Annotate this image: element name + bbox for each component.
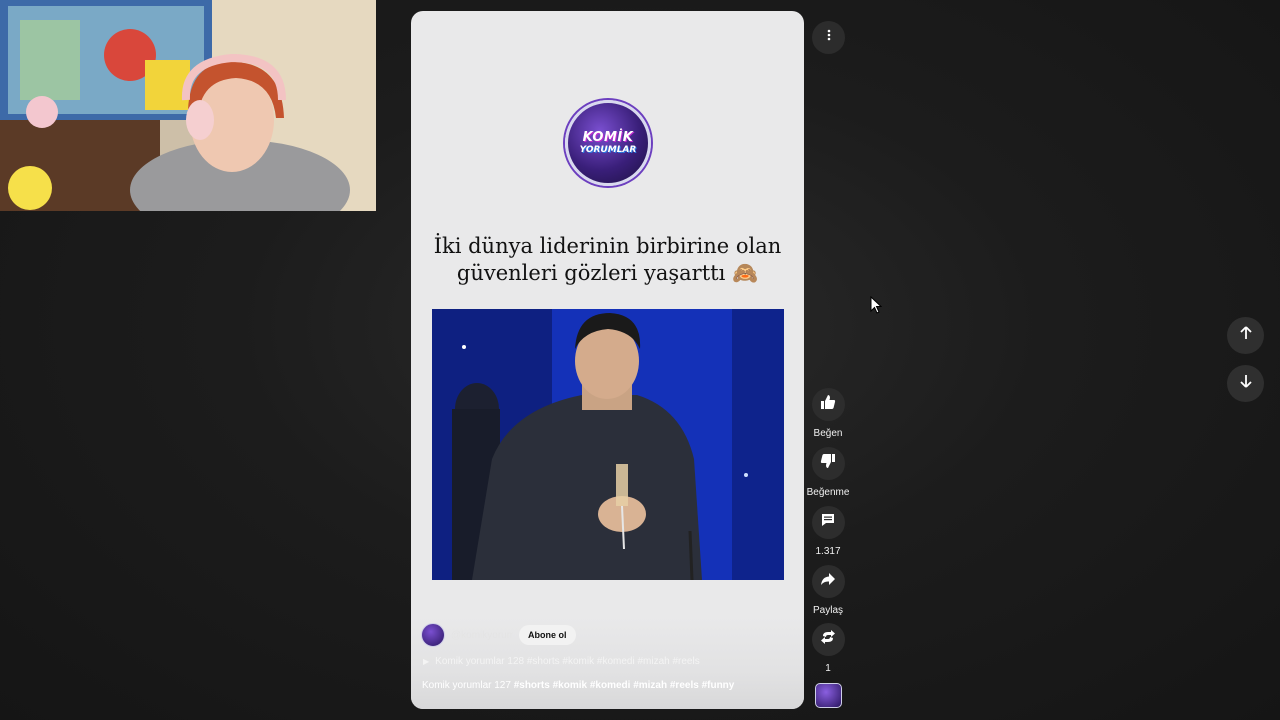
dislike-action[interactable]: Beğenme [803,447,853,498]
playlist-text: Komik yorumlar 128 #shorts #komik #komed… [435,656,700,667]
video-description[interactable]: Komik yorumlar 127 #shorts #komik #komed… [422,680,734,691]
description-tags[interactable]: #shorts #komik #komedi #mizah #reels #fu… [514,680,735,691]
like-button[interactable] [811,388,845,421]
share-action[interactable]: Paylaş [803,565,853,616]
dislike-label: Beğenme [806,487,850,498]
like-label: Beğen [813,428,843,439]
remix-count: 1 [825,663,831,674]
subscribe-button[interactable]: Abone ol [519,625,576,645]
dislike-button[interactable] [811,447,845,480]
comments-button[interactable] [811,506,845,539]
previous-short-button[interactable] [1227,317,1264,354]
next-short-button[interactable] [1227,365,1264,402]
share-label: Paylaş [812,605,843,616]
video-frame[interactable] [432,309,784,580]
more-vert-icon [822,28,836,47]
webcam-overlay [0,0,376,211]
playlist-link[interactable]: ▶ Komik yorumlar 128 #shorts #komik #kom… [423,656,700,667]
sound-avatar[interactable] [815,683,842,708]
comment-icon [820,512,836,533]
like-action[interactable]: Beğen [803,388,853,439]
channel-avatar[interactable] [421,623,445,647]
headline-line-1: İki dünya liderinin birbirine olan [433,234,782,258]
logo-text-top: KOMİK [582,129,634,145]
arrow-up-icon [1238,325,1254,346]
remix-button[interactable] [811,623,845,656]
remix-action[interactable]: 1 [803,623,853,674]
play-icon: ▶ [423,657,430,666]
video-headline: İki dünya liderinin birbirine olan güven… [431,233,784,287]
arrow-down-icon [1238,373,1254,394]
share-icon [820,571,836,592]
mouse-cursor [870,295,883,319]
channel-logo-image: KOMİK YORUMLAR [565,100,651,186]
remix-icon [820,629,836,650]
description-plain: Komik yorumlar 127 [422,680,511,691]
comments-action[interactable]: 1.317 [803,506,853,557]
headline-line-2: güvenleri gözleri yaşarttı 🙈 [456,261,759,285]
thumb-down-icon [820,453,836,474]
thumb-up-icon [820,394,836,415]
share-button[interactable] [811,565,845,598]
comments-count: 1.317 [815,546,841,557]
shorts-player[interactable]: KOMİK YORUMLAR İki dünya liderinin birbi… [411,11,804,709]
channel-row: @komikyorumlar Abone ol [421,623,576,647]
more-options-button[interactable] [812,21,845,54]
channel-handle[interactable]: @komikyorumlar [451,630,513,641]
logo-text-bottom: YORUMLAR [579,144,637,155]
